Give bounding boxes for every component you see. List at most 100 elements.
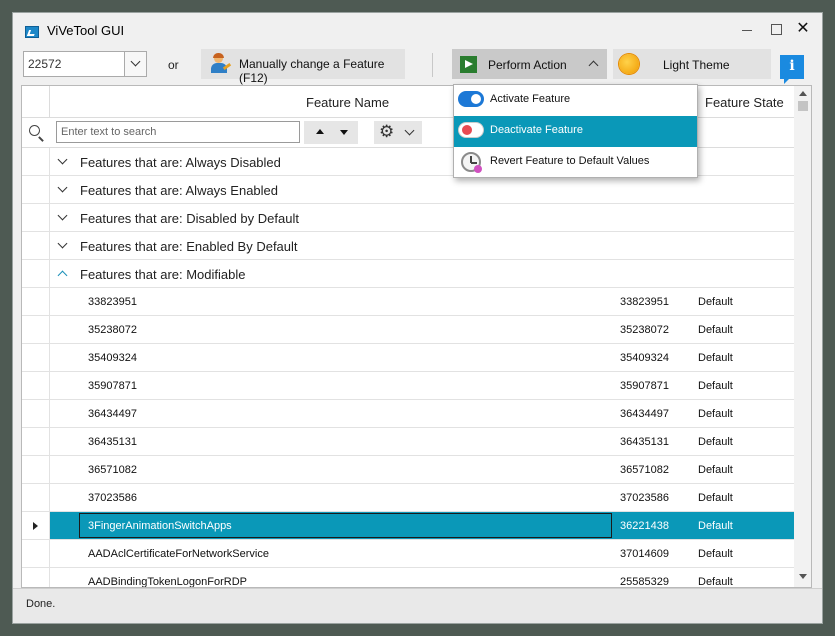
window-title: ViVeTool GUI: [47, 23, 125, 38]
chevron-up-icon: [588, 60, 599, 71]
perform-action-menu: Activate Feature Deactivate Feature Reve…: [453, 84, 698, 178]
scroll-down-arrow[interactable]: [799, 574, 807, 579]
gear-icon: ⚙: [379, 122, 395, 142]
feature-id-cell: 36434497: [620, 408, 669, 420]
group-row[interactable]: Features that are: Enabled By Default: [22, 232, 794, 260]
row-header[interactable]: [22, 540, 50, 567]
column-header-feature-state[interactable]: Feature State: [705, 95, 784, 110]
group-row[interactable]: Features that are: Disabled by Default: [22, 204, 794, 232]
feature-state-cell: Default: [698, 352, 733, 364]
table-row[interactable]: 35907871 35907871 Default: [22, 372, 794, 400]
chevron-down-icon[interactable]: [57, 210, 68, 221]
feature-name-cell: AADAclCertificateForNetworkService: [88, 548, 269, 560]
manual-change-label: Manually change a Feature (F12): [239, 57, 385, 85]
row-header[interactable]: [22, 372, 50, 399]
group-label: Features that are: Enabled By Default: [80, 239, 298, 254]
theme-toggle-button[interactable]: Light Theme: [613, 49, 771, 79]
row-header[interactable]: [22, 316, 50, 343]
feature-name-cell: 3FingerAnimationSwitchApps: [88, 520, 232, 532]
user-edit-icon: [210, 53, 232, 74]
perform-action-button[interactable]: Perform Action: [452, 49, 607, 79]
table-row[interactable]: 36434497 36434497 Default: [22, 400, 794, 428]
row-header[interactable]: [22, 428, 50, 455]
chevron-down-icon[interactable]: [57, 238, 68, 249]
table-row[interactable]: 36571082 36571082 Default: [22, 456, 794, 484]
group-row[interactable]: Features that are: Always Enabled: [22, 176, 794, 204]
feature-id-cell: 37023586: [620, 492, 669, 504]
feature-state-cell: Default: [698, 408, 733, 420]
feature-id-cell: 35907871: [620, 380, 669, 392]
toggle-on-icon: [458, 91, 484, 107]
feature-id-cell: 36435131: [620, 436, 669, 448]
table-row[interactable]: 35238072 35238072 Default: [22, 316, 794, 344]
menu-item-revert[interactable]: Revert Feature to Default Values: [454, 147, 697, 178]
clock-revert-icon: [461, 152, 482, 173]
table-row[interactable]: 35409324 35409324 Default: [22, 344, 794, 372]
manual-change-button[interactable]: Manually change a Feature (F12): [201, 49, 405, 85]
filter-options-button[interactable]: ⚙: [374, 121, 422, 144]
play-icon: [460, 56, 477, 73]
chevron-down-icon[interactable]: [57, 182, 68, 193]
feature-name-cell: 36435131: [88, 436, 137, 448]
feature-id-cell: 36571082: [620, 464, 669, 476]
title-bar: ViVeTool GUI ✕: [13, 13, 822, 45]
build-value: 22572: [28, 57, 62, 71]
table-row[interactable]: 36435131 36435131 Default: [22, 428, 794, 456]
row-header[interactable]: [22, 484, 50, 511]
search-input[interactable]: [56, 121, 300, 143]
scroll-up-arrow[interactable]: [799, 91, 807, 96]
menu-item-label: Deactivate Feature: [490, 124, 583, 136]
table-row[interactable]: AADAclCertificateForNetworkService 37014…: [22, 540, 794, 568]
scroll-thumb[interactable]: [798, 101, 808, 111]
group-row[interactable]: Features that are: Modifiable: [22, 260, 794, 288]
feature-id-cell: 37014609: [620, 548, 669, 560]
feature-name-cell: AADBindingTokenLogonForRDP: [88, 576, 247, 588]
chevron-up-icon[interactable]: [57, 270, 68, 281]
row-header: [22, 232, 50, 259]
sort-ascending-button[interactable]: [316, 129, 324, 134]
row-header: [22, 176, 50, 203]
row-header[interactable]: [22, 288, 50, 315]
feature-name-cell: 36434497: [88, 408, 137, 420]
row-header[interactable]: [22, 344, 50, 371]
row-header-corner: [22, 86, 50, 118]
feature-id-cell: 33823951: [620, 296, 669, 308]
column-header-feature-name[interactable]: Feature Name: [306, 95, 389, 110]
build-dropdown-button[interactable]: [124, 52, 146, 76]
maximize-button[interactable]: [764, 19, 788, 39]
minimize-button[interactable]: [735, 19, 759, 39]
row-header-current[interactable]: [22, 512, 50, 539]
about-button[interactable]: i: [780, 55, 804, 84]
table-row[interactable]: 37023586 37023586 Default: [22, 484, 794, 512]
table-row-selected[interactable]: 3FingerAnimationSwitchApps 36221438 Defa…: [22, 512, 794, 540]
close-button[interactable]: ✕: [791, 19, 815, 39]
group-label: Features that are: Disabled by Default: [80, 211, 299, 226]
feature-state-cell: Default: [698, 520, 733, 532]
feature-state-cell: Default: [698, 296, 733, 308]
feature-name-cell: 33823951: [88, 296, 137, 308]
chevron-down-icon[interactable]: [57, 154, 68, 165]
vertical-scrollbar[interactable]: [794, 86, 811, 587]
table-row[interactable]: 33823951 33823951 Default: [22, 288, 794, 316]
feature-state-cell: Default: [698, 492, 733, 504]
feature-id-cell: 35238072: [620, 324, 669, 336]
info-icon: i: [789, 58, 795, 74]
row-header[interactable]: [22, 400, 50, 427]
feature-state-cell: Default: [698, 464, 733, 476]
status-bar: Done.: [13, 588, 822, 623]
status-text: Done.: [26, 598, 56, 610]
row-header[interactable]: [22, 456, 50, 483]
menu-item-deactivate[interactable]: Deactivate Feature: [454, 116, 697, 147]
perform-action-label: Perform Action: [488, 58, 567, 72]
row-header[interactable]: [22, 568, 50, 587]
feature-name-cell: 35409324: [88, 352, 137, 364]
row-header: [22, 204, 50, 231]
build-combobox[interactable]: 22572: [23, 51, 147, 77]
sort-descending-button[interactable]: [340, 130, 348, 135]
row-header: [22, 260, 50, 287]
feature-state-cell: Default: [698, 576, 733, 588]
app-icon: [25, 26, 39, 38]
menu-item-activate[interactable]: Activate Feature: [454, 85, 697, 116]
table-row[interactable]: AADBindingTokenLogonForRDP 25585329 Defa…: [22, 568, 794, 588]
chevron-down-icon: [130, 56, 141, 67]
